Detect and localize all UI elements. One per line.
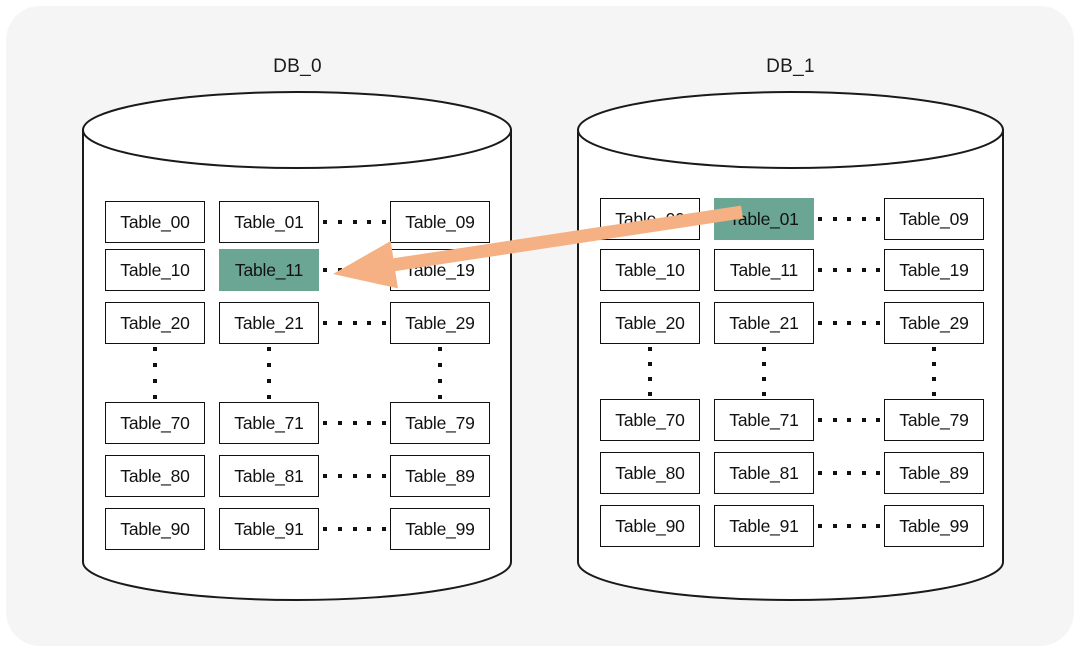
vertical-ellipsis: [648, 344, 652, 399]
table-box[interactable]: Table_29: [884, 302, 984, 344]
vertical-ellipsis: [932, 344, 936, 399]
ellipsis-dot: [861, 418, 866, 422]
ellipsis-dot: [932, 392, 936, 396]
ellipsis-dot: [847, 471, 851, 475]
ellipsis-dot: [876, 524, 880, 528]
ellipsis-dot: [818, 321, 822, 325]
ellipsis-dot: [847, 418, 851, 422]
ellipsis-dot: [762, 347, 766, 351]
ellipsis-dot: [847, 217, 851, 221]
ellipsis-dot: [648, 347, 652, 351]
ellipsis-dot: [876, 268, 880, 272]
ellipsis-dot: [847, 321, 851, 325]
table-box[interactable]: Table_70: [600, 399, 700, 441]
diagram-canvas: DB_0 Table_00 Table_01 Table_09 Table_10 Tabl…: [0, 0, 1080, 652]
ellipsis-dot: [847, 268, 851, 272]
horizontal-ellipsis: [814, 268, 884, 272]
table-box[interactable]: Table_99: [884, 505, 984, 547]
ellipsis-dot: [762, 377, 766, 381]
ellipsis-dot: [832, 268, 837, 272]
ellipsis-dot: [648, 377, 652, 381]
table-box[interactable]: Table_19: [884, 249, 984, 291]
ellipsis-dot: [762, 392, 766, 396]
ellipsis-dot: [876, 471, 880, 475]
table-box[interactable]: Table_79: [884, 399, 984, 441]
ellipsis-dot: [832, 418, 837, 422]
ellipsis-dot: [832, 471, 837, 475]
ellipsis-dot: [832, 524, 837, 528]
ellipsis-dot: [847, 524, 851, 528]
horizontal-ellipsis: [814, 418, 884, 422]
ellipsis-dot: [932, 362, 936, 366]
table-box[interactable]: Table_20: [600, 302, 700, 344]
ellipsis-dot: [861, 524, 866, 528]
ellipsis-dot: [818, 217, 822, 221]
ellipsis-dot: [861, 321, 866, 325]
ellipsis-dot: [876, 321, 880, 325]
table-box[interactable]: Table_11: [714, 249, 814, 291]
table-box[interactable]: Table_09: [884, 198, 984, 240]
horizontal-ellipsis: [814, 321, 884, 325]
ellipsis-dot: [648, 392, 652, 396]
table-box[interactable]: Table_71: [714, 399, 814, 441]
ellipsis-dot: [876, 418, 880, 422]
horizontal-ellipsis: [814, 217, 884, 221]
table-box[interactable]: Table_01: [714, 198, 814, 240]
table-box[interactable]: Table_91: [714, 505, 814, 547]
ellipsis-dot: [832, 217, 837, 221]
ellipsis-dot: [861, 471, 866, 475]
ellipsis-dot: [648, 362, 652, 366]
ellipsis-dot: [818, 418, 822, 422]
ellipsis-dot: [762, 362, 766, 366]
ellipsis-dot: [818, 524, 822, 528]
table-box[interactable]: Table_81: [714, 452, 814, 494]
table-box[interactable]: Table_80: [600, 452, 700, 494]
table-box[interactable]: Table_00: [600, 198, 700, 240]
table-box[interactable]: Table_21: [714, 302, 814, 344]
ellipsis-dot: [932, 347, 936, 351]
ellipsis-dot: [818, 471, 822, 475]
horizontal-ellipsis: [814, 524, 884, 528]
vertical-ellipsis: [762, 344, 766, 399]
ellipsis-dot: [818, 268, 822, 272]
table-box[interactable]: Table_89: [884, 452, 984, 494]
ellipsis-dot: [861, 268, 866, 272]
ellipsis-dot: [861, 217, 866, 221]
ellipsis-dot: [932, 377, 936, 381]
ellipsis-dot: [876, 217, 880, 221]
ellipsis-dot: [832, 321, 837, 325]
table-box[interactable]: Table_10: [600, 249, 700, 291]
table-box[interactable]: Table_90: [600, 505, 700, 547]
horizontal-ellipsis: [814, 471, 884, 475]
